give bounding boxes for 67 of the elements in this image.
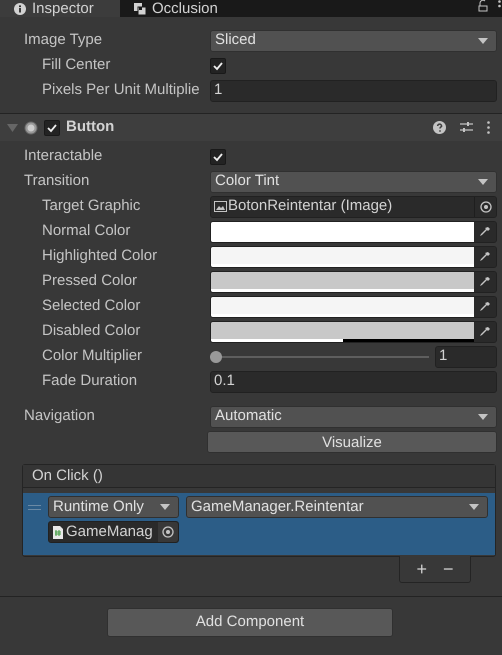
eyedropper-icon <box>479 276 491 288</box>
object-field[interactable]: BotonReintentar (Image) <box>210 196 497 218</box>
caret-icon <box>478 38 488 44</box>
field-label: Fill Center <box>42 56 110 74</box>
caret-icon <box>469 504 479 510</box>
dropdown[interactable]: Sliced <box>210 30 497 52</box>
caret-icon <box>478 414 488 420</box>
eyedropper-icon <box>479 326 491 338</box>
help-icon[interactable] <box>433 121 446 134</box>
input-field[interactable]: 1 <box>435 346 497 368</box>
color-swatch[interactable] <box>211 296 474 316</box>
field-label: Selected Color <box>42 297 140 314</box>
add-component-button[interactable]: Add Component <box>107 608 393 637</box>
field-label: Color Multiplier <box>42 347 142 364</box>
field-label: Transition <box>24 172 90 190</box>
field-label: Normal Color <box>42 222 130 240</box>
circle-icon <box>24 120 38 134</box>
drag-handle-icon[interactable] <box>28 504 41 510</box>
event-title: On Click () <box>32 466 103 486</box>
lock-icon[interactable] <box>478 0 488 12</box>
color-swatch[interactable] <box>211 322 474 342</box>
field-label: Highlighted Color <box>42 247 158 264</box>
color-swatch[interactable] <box>211 246 474 266</box>
dropdown[interactable]: Color Tint <box>210 170 497 192</box>
field-label: Pressed Color <box>42 272 138 290</box>
input-field[interactable]: 1 <box>210 80 497 102</box>
field-label: Fade Duration <box>42 372 138 390</box>
sliders-icon[interactable] <box>460 121 473 134</box>
dropdown[interactable]: Runtime Only <box>48 496 179 518</box>
field-label: Navigation <box>24 407 95 424</box>
check-icon <box>212 60 224 72</box>
event-entry[interactable]: Runtime Only GameManager.Reintentar GameManag <box>23 493 495 555</box>
component-title: Button <box>66 117 116 138</box>
input-field[interactable]: 0.1 <box>210 370 497 392</box>
dropdown[interactable]: GameManager.Reintentar <box>186 496 488 518</box>
object-field[interactable]: GameManag <box>48 521 179 543</box>
remove-button[interactable]: − <box>443 556 454 582</box>
info-icon <box>14 2 26 14</box>
field-label: Disabled Color <box>42 322 140 340</box>
checkbox[interactable] <box>210 148 226 164</box>
check-icon <box>46 122 58 134</box>
field-label: Target Graphic <box>42 197 140 214</box>
target-icon <box>162 526 174 538</box>
checkbox[interactable] <box>210 58 226 74</box>
script-icon <box>53 526 63 538</box>
more-icon[interactable] <box>487 121 490 134</box>
field-label: Interactable <box>24 147 102 164</box>
color-swatch[interactable] <box>211 272 474 292</box>
add-button[interactable]: + <box>416 556 427 582</box>
eyedropper-icon <box>479 250 491 262</box>
visualize-button[interactable]: Visualize <box>207 430 497 452</box>
field-label: Image Type <box>24 31 102 48</box>
eyedropper-icon <box>479 226 491 238</box>
color-swatch[interactable] <box>211 222 474 242</box>
field-label: Pixels Per Unit Multiplie <box>42 81 200 98</box>
squares-icon <box>134 2 146 14</box>
checkbox[interactable] <box>44 120 60 136</box>
more-icon[interactable] <box>498 0 501 10</box>
eyedropper-icon <box>479 300 491 312</box>
tab[interactable]: Inspector <box>0 0 120 17</box>
caret-icon <box>478 178 488 184</box>
dropdown[interactable]: Automatic <box>210 406 497 428</box>
caret-icon <box>160 504 170 510</box>
target-icon <box>480 200 492 212</box>
image-icon <box>214 201 227 212</box>
check-icon <box>212 150 224 162</box>
slider[interactable] <box>210 350 429 362</box>
